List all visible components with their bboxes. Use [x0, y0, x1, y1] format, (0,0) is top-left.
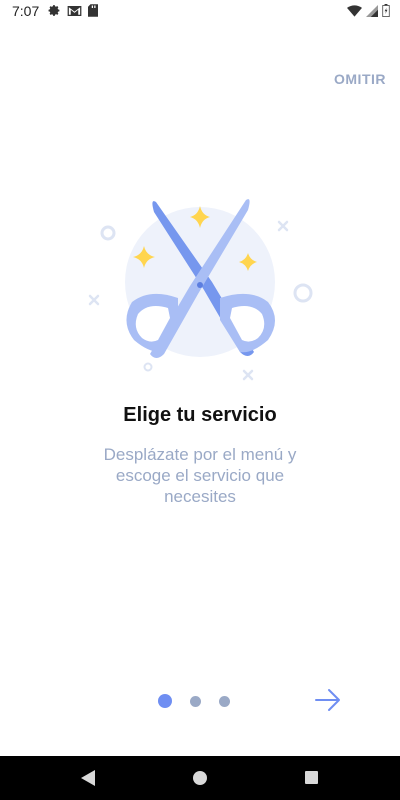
system-nav-bar: [0, 756, 400, 800]
onboarding-screen: 7:07 OMITIR Elige tu servicio Desplázate…: [0, 0, 400, 800]
page-dot-1[interactable]: [158, 694, 172, 708]
home-icon[interactable]: [193, 771, 207, 785]
page-indicator: [158, 694, 230, 708]
status-right-icons: [347, 4, 390, 17]
skip-button[interactable]: OMITIR: [334, 71, 386, 87]
page-title: Elige tu servicio: [123, 404, 277, 426]
gmail-icon: [67, 5, 82, 16]
status-time: 7:07: [12, 3, 40, 19]
status-bar: 7:07: [0, 0, 400, 24]
wifi-icon: [347, 4, 362, 17]
page-description: Desplázate por el menú y escoge el servi…: [103, 445, 297, 506]
recents-icon[interactable]: [305, 771, 318, 784]
page-dot-2[interactable]: [190, 695, 201, 707]
status-left-icons: [48, 4, 98, 17]
battery-icon: [382, 4, 390, 17]
back-icon[interactable]: [80, 769, 96, 787]
scissors-icon: [88, 199, 313, 381]
gear-icon: [48, 5, 60, 16]
arrow-right-icon: [315, 689, 340, 711]
signal-icon: [366, 4, 378, 17]
next-button[interactable]: [314, 688, 342, 712]
page-dot-3[interactable]: [219, 695, 230, 707]
sd-card-icon: [88, 4, 98, 17]
